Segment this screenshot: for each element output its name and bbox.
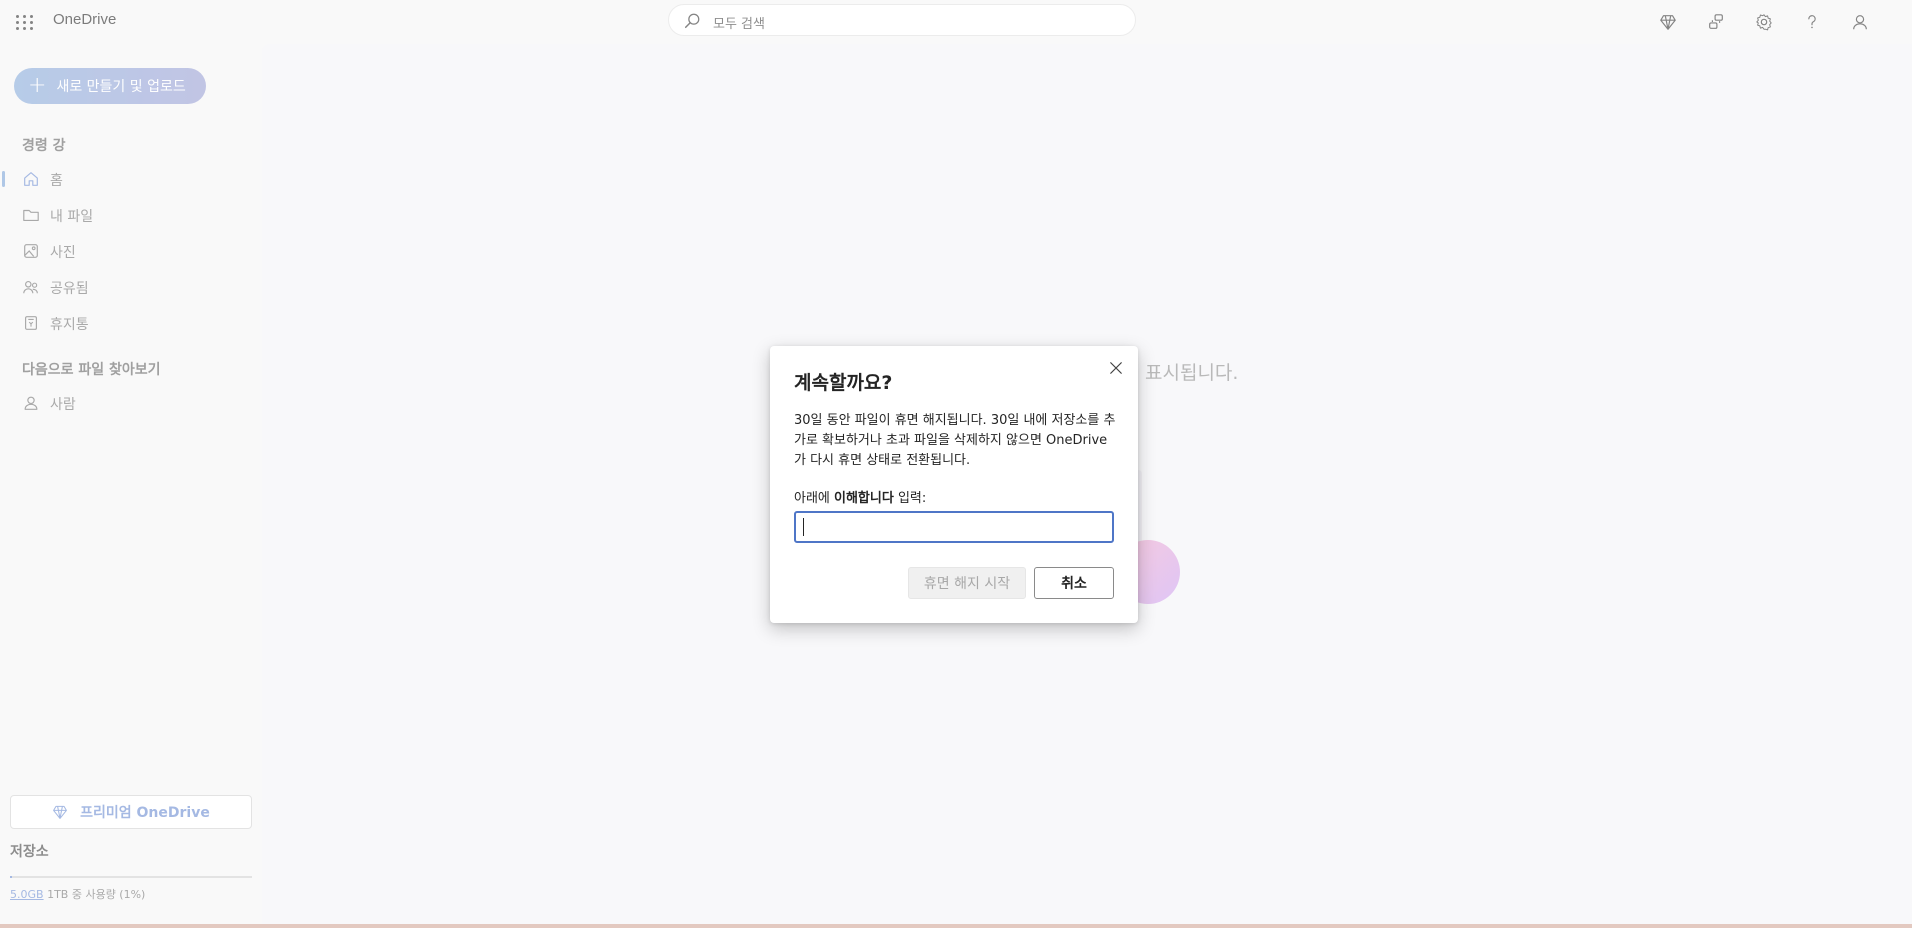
cancel-button[interactable]: 취소 bbox=[1034, 567, 1114, 599]
close-icon[interactable] bbox=[1106, 358, 1126, 378]
prompt-keyword: 이해합니다 bbox=[834, 491, 894, 506]
start-reactivation-button[interactable]: 휴면 해지 시작 bbox=[908, 567, 1026, 599]
dialog-body: 30일 동안 파일이 휴면 해지됩니다. 30일 내에 저장소를 추가로 확보하… bbox=[794, 413, 1116, 468]
dialog-title: 계속할까요? bbox=[794, 372, 893, 394]
prompt-suffix: 입력: bbox=[893, 491, 927, 506]
confirm-dialog: 계속할까요? 30일 동안 파일이 휴면 해지됩니다. 30일 내에 저장소를 … bbox=[770, 346, 1138, 623]
window-bottom-border bbox=[0, 924, 1912, 928]
text-caret bbox=[803, 518, 804, 536]
prompt-prefix: 아래에 bbox=[794, 491, 835, 506]
confirm-text-input[interactable] bbox=[794, 511, 1114, 543]
dialog-prompt: 아래에 이해합니다 입력: bbox=[794, 487, 926, 506]
